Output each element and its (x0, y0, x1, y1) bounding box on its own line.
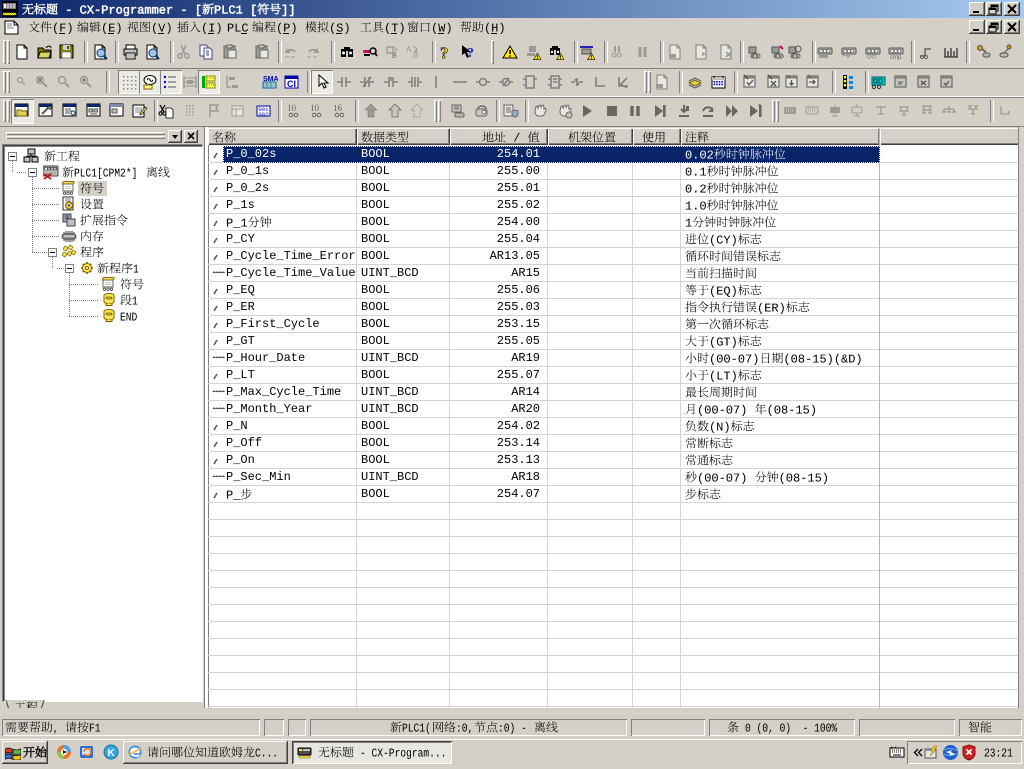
svg-text:A: A (406, 45, 412, 54)
svg-text:B: B (392, 53, 397, 60)
svg-text:?: ? (440, 44, 449, 60)
svg-text:?: ? (467, 46, 474, 60)
svg-text:B: B (413, 51, 418, 60)
svg-text:10: 10 (310, 103, 320, 113)
svg-text:CI: CI (287, 79, 296, 89)
svg-text:16: 16 (333, 103, 343, 113)
svg-text:10: 10 (287, 103, 297, 113)
svg-text:cmp: cmp (890, 55, 902, 60)
svg-text:002: 002 (259, 111, 269, 118)
svg-text:K: K (108, 748, 116, 759)
